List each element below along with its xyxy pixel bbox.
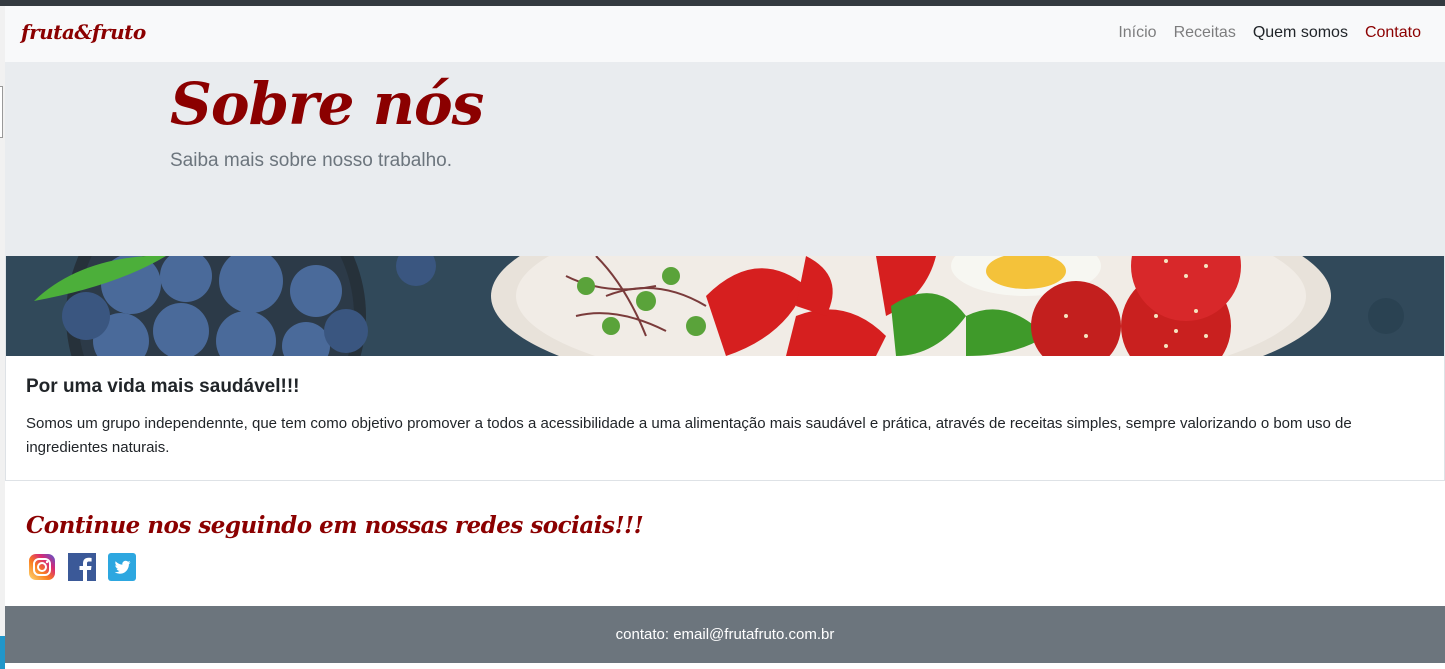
brand-logo[interactable]: fruta&fruto	[21, 20, 146, 44]
nav-link-quem-somos[interactable]: Quem somos	[1253, 24, 1348, 42]
social-heading: Continue nos seguindo em nossas redes so…	[26, 512, 644, 539]
gutter-element	[0, 86, 3, 138]
navbar: fruta&fruto Início Receitas Quem somos C…	[5, 6, 1445, 62]
nav-link-receitas[interactable]: Receitas	[1174, 24, 1236, 42]
nav-link-contato[interactable]: Contato	[1365, 24, 1421, 42]
page-title: Sobre nós	[170, 70, 484, 138]
social-icons	[28, 553, 136, 581]
jumbotron: Sobre nós Saiba mais sobre nosso trabalh…	[5, 62, 1445, 256]
nav-links: Início Receitas Quem somos Contato	[1118, 24, 1421, 42]
twitter-icon[interactable]	[108, 553, 136, 581]
page-subtitle: Saiba mais sobre nosso trabalho.	[170, 150, 452, 171]
footer: contato: email@frutafruto.com.br	[5, 606, 1445, 663]
social-section: Continue nos seguindo em nossas redes so…	[26, 512, 644, 581]
food-banner-image	[6, 256, 1444, 356]
card-title: Por uma vida mais saudável!!!	[26, 376, 300, 397]
footer-contact: contato: email@frutafruto.com.br	[615, 626, 835, 643]
nav-link-inicio[interactable]: Início	[1118, 24, 1156, 42]
instagram-icon[interactable]	[28, 553, 56, 581]
card-text: Somos um grupo independennte, que tem co…	[26, 415, 1352, 456]
about-card: Por uma vida mais saudável!!! Somos um g…	[5, 256, 1445, 481]
facebook-icon[interactable]	[68, 553, 96, 581]
card-body: Por uma vida mais saudável!!! Somos um g…	[26, 376, 1424, 460]
